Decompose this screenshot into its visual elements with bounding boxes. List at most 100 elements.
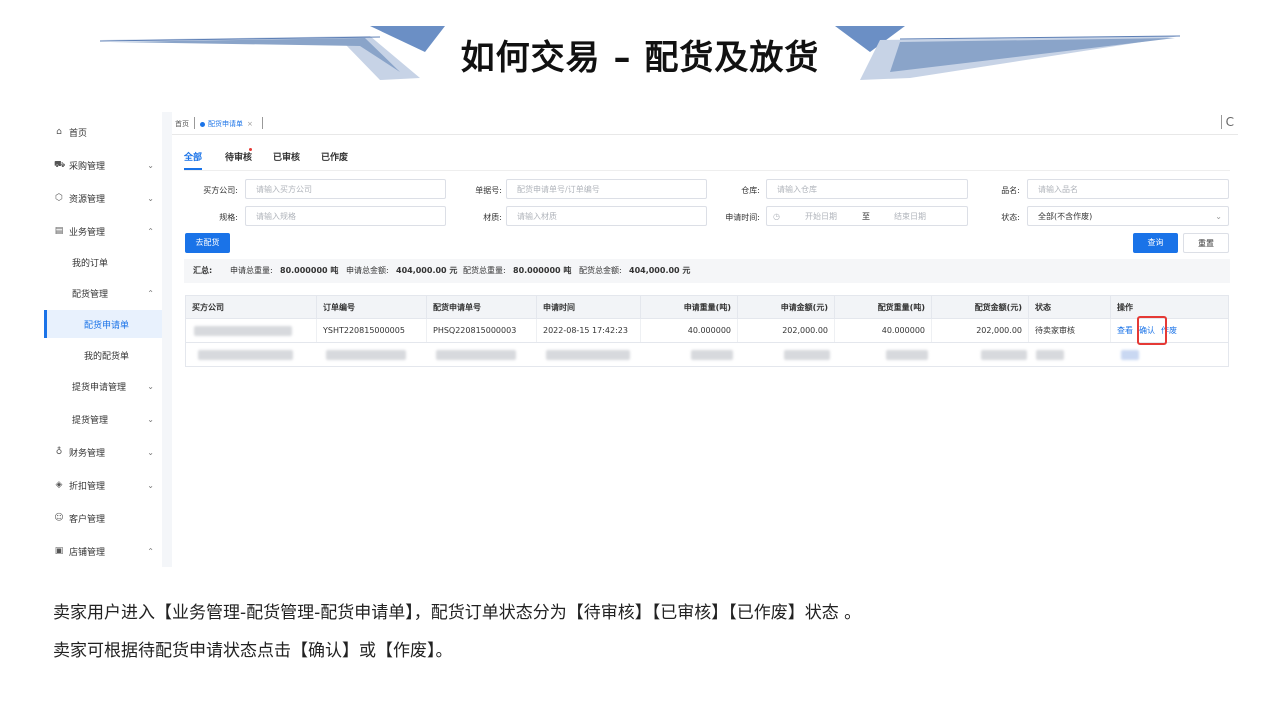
tab-allocation-request[interactable]: 配货申请单 × xyxy=(200,119,253,129)
tab-divider xyxy=(194,117,195,129)
col-apply-amount: 申请金额(元) xyxy=(738,296,835,320)
sidebar-item-pickup[interactable]: 提货管理 ⌄ xyxy=(44,405,162,433)
start-date-input[interactable]: 开始日期 xyxy=(805,207,837,227)
blurred-cell xyxy=(436,350,516,360)
chevron-up-icon: ⌃ xyxy=(147,226,154,236)
date-range-picker[interactable]: ◷ 开始日期 至 结束日期 xyxy=(766,206,968,226)
close-icon[interactable]: × xyxy=(247,120,253,128)
chevron-up-icon: ⌃ xyxy=(147,546,154,556)
summary-bar: 汇总: 申请总重量: 80.000000 吨 申请总金额: 404,000.00… xyxy=(184,259,1230,283)
cube-icon: ⬡ xyxy=(55,193,63,203)
sidebar: ⌂ 首页 ⛟ 采购管理 ⌄ ⬡ 资源管理 ⌄ ▤ 业务管理 ⌃ 我的订单 配货管… xyxy=(44,112,163,567)
chevron-down-icon: ⌄ xyxy=(1215,212,1222,221)
apply-weight-value: 80.000000 吨 xyxy=(280,266,339,275)
alloc-amount-label: 配货总金额: xyxy=(579,266,622,275)
material-input[interactable]: 请输入材质 xyxy=(506,206,707,226)
chevron-down-icon: ⌄ xyxy=(147,160,154,170)
cell-apply-time: 2022-08-15 17:42:23 xyxy=(537,319,641,342)
cell-order-no: YSHT220815000005 xyxy=(317,319,427,342)
sidebar-item-pickup-request[interactable]: 提货申请管理 ⌄ xyxy=(44,372,162,400)
tab-divider xyxy=(262,117,263,129)
doc-no-input[interactable]: 配货申请单号/订单编号 xyxy=(506,179,707,199)
chevron-down-icon: ⌄ xyxy=(147,381,154,391)
refresh-icon[interactable]: C xyxy=(1220,115,1234,129)
alloc-amount-value: 404,000.00 元 xyxy=(629,266,691,275)
active-dot-icon xyxy=(200,121,205,127)
clock-icon: ◷ xyxy=(773,212,780,221)
home-icon: ⌂ xyxy=(56,127,62,137)
tab-pending[interactable]: 待审核 xyxy=(225,150,252,163)
sidebar-item-allocation-request[interactable]: 配货申请单 xyxy=(44,310,162,338)
cell-apply-amount: 202,000.00 xyxy=(738,319,835,342)
app-window: ⌂ 首页 ⛟ 采购管理 ⌄ ⬡ 资源管理 ⌄ ▤ 业务管理 ⌃ 我的订单 配货管… xyxy=(44,112,1238,567)
apply-weight-label: 申请总重量: xyxy=(230,266,273,275)
blurred-cell xyxy=(981,350,1027,360)
tab-all[interactable]: 全部 xyxy=(184,150,202,163)
sidebar-gutter xyxy=(162,112,172,567)
sidebar-item-home[interactable]: ⌂ 首页 xyxy=(44,118,162,146)
status-label: 状态: xyxy=(1001,213,1020,222)
col-order-no: 订单编号 xyxy=(317,296,427,320)
alloc-weight-label: 配货总重量: xyxy=(463,266,506,275)
table-row xyxy=(185,343,1229,367)
blurred-cell xyxy=(1121,350,1139,360)
caption-line-1: 卖家用户进入【业务管理-配货管理-配货申请单】，配货订单状态分为【待审核】【已审… xyxy=(53,603,862,623)
sidebar-item-discount[interactable]: ◈ 折扣管理 ⌄ xyxy=(44,471,162,499)
status-select[interactable]: 全部(不含作废) ⌄ xyxy=(1027,206,1229,226)
cell-buyer xyxy=(186,319,317,342)
sidebar-item-my-orders[interactable]: 我的订单 xyxy=(44,248,162,276)
buyer-input[interactable]: 请输入买方公司 xyxy=(245,179,446,199)
chevron-down-icon: ⌄ xyxy=(147,193,154,203)
spec-input[interactable]: 请输入规格 xyxy=(245,206,446,226)
view-link[interactable]: 查看 xyxy=(1117,326,1133,335)
alloc-weight-value: 80.000000 吨 xyxy=(513,266,572,275)
sidebar-item-store[interactable]: ▣ 店铺管理 ⌃ xyxy=(44,537,162,565)
cell-apply-weight: 40.000000 xyxy=(641,319,738,342)
col-apply-time: 申请时间 xyxy=(537,296,641,320)
cell-apply-no: PHSQ220815000003 xyxy=(427,319,537,342)
apply-time-label: 申请时间: xyxy=(725,213,760,222)
reset-button[interactable]: 重置 xyxy=(1183,233,1229,253)
sidebar-item-my-allocation[interactable]: 我的配货单 xyxy=(44,341,162,369)
blurred-cell xyxy=(198,350,293,360)
end-date-input[interactable]: 结束日期 xyxy=(894,207,926,227)
blurred-cell xyxy=(1036,350,1064,360)
go-allocate-button[interactable]: 去配货 xyxy=(185,233,230,253)
sidebar-item-purchase[interactable]: ⛟ 采购管理 ⌄ xyxy=(44,151,162,179)
warehouse-input[interactable]: 请输入仓库 xyxy=(766,179,968,199)
sidebar-item-customer[interactable]: ☺ 客户管理 xyxy=(44,504,162,532)
sidebar-item-resource[interactable]: ⬡ 资源管理 ⌄ xyxy=(44,184,162,212)
table-header: 买方公司 订单编号 配货申请单号 申请时间 申请重量(吨) 申请金额(元) 配货… xyxy=(185,295,1229,320)
cell-alloc-weight: 40.000000 xyxy=(835,319,932,342)
main-content: 首页 配货申请单 × C 全部 待审核 已审核 已作废 买方公司: 请输入买方公司… xyxy=(172,112,1238,567)
search-button[interactable]: 查询 xyxy=(1133,233,1178,253)
blurred-cell xyxy=(886,350,928,360)
sidebar-item-business[interactable]: ▤ 业务管理 ⌃ xyxy=(44,217,162,245)
caption-line-2: 卖家可根据待配货申请状态点击【确认】或【作废】。 xyxy=(53,641,453,661)
col-apply-weight: 申请重量(吨) xyxy=(641,296,738,320)
left-decoration xyxy=(99,26,445,80)
tab-approved[interactable]: 已审核 xyxy=(273,150,300,163)
chevron-down-icon: ⌄ xyxy=(147,480,154,490)
truck-icon: ⛟ xyxy=(54,159,66,170)
material-label: 材质: xyxy=(483,213,502,222)
right-decoration xyxy=(835,26,1181,80)
chevron-up-icon: ⌃ xyxy=(147,288,154,298)
tabs-divider xyxy=(184,170,1230,171)
tab-label: 配货申请单 xyxy=(208,120,243,128)
date-range-separator: 至 xyxy=(862,212,870,221)
document-icon: ▤ xyxy=(54,226,64,236)
col-actions: 操作 xyxy=(1117,303,1133,312)
sidebar-item-finance[interactable]: ♁ 财务管理 ⌄ xyxy=(44,438,162,466)
blurred-cell xyxy=(691,350,733,360)
col-status: 状态 xyxy=(1029,296,1111,320)
buyer-label: 买方公司: xyxy=(203,186,238,195)
product-input[interactable]: 请输入品名 xyxy=(1027,179,1229,199)
warehouse-label: 仓库: xyxy=(741,186,760,195)
sidebar-item-allocation[interactable]: 配货管理 ⌃ xyxy=(44,279,162,307)
tab-home[interactable]: 首页 xyxy=(175,119,189,129)
user-icon: ☺ xyxy=(54,513,64,523)
slide-title-banner: 如何交易 – 配货及放货 xyxy=(0,22,1280,82)
tab-voided[interactable]: 已作废 xyxy=(321,150,348,163)
tab-bar: 首页 配货申请单 × C xyxy=(172,112,1238,135)
